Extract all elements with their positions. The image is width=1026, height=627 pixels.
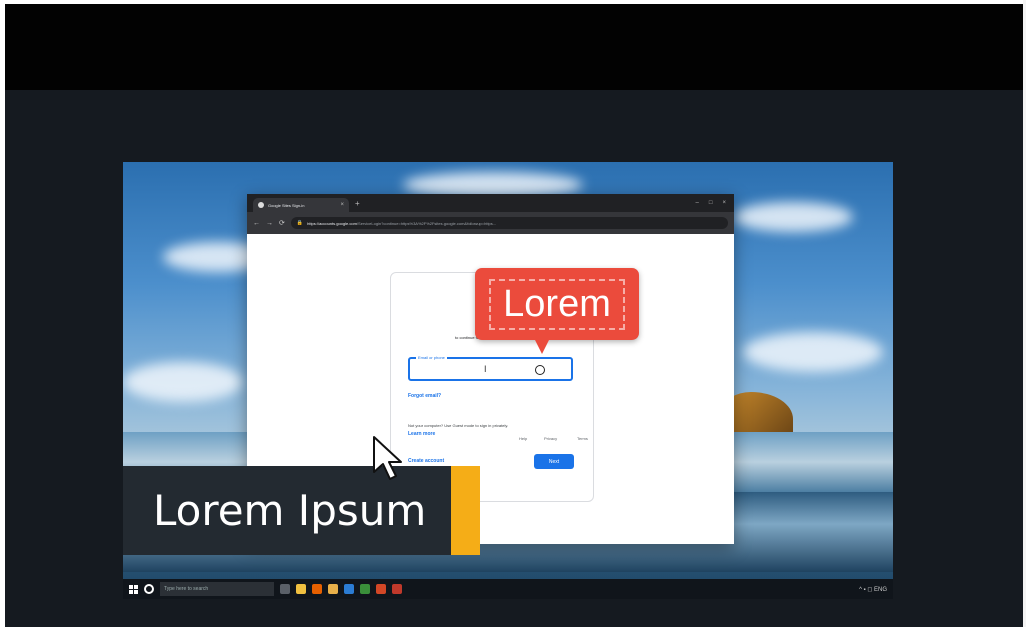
lock-icon: 🔒 [296, 220, 304, 226]
forward-icon[interactable]: → [266, 220, 273, 227]
lower-third-text: Lorem Ipsum [153, 486, 427, 535]
tab-close-icon[interactable]: × [340, 202, 344, 208]
email-field-label: Email or phone [416, 355, 447, 360]
terms-link[interactable]: Terms [577, 436, 588, 441]
tab-title: Google Sites Sign-in [268, 202, 305, 208]
next-button[interactable]: Next [534, 454, 574, 469]
browser-toolbar: ← → ⟳ 🔒 https://accounts.google.com/Serv… [247, 212, 734, 234]
powerpoint-icon[interactable] [376, 584, 386, 594]
guest-mode-note: Not your computer? Use Guest mode to sig… [408, 423, 509, 428]
app-icon-red[interactable] [392, 584, 402, 594]
text-cursor-icon: I [484, 364, 487, 374]
excel-icon[interactable] [360, 584, 370, 594]
email-field[interactable]: Email or phone I [408, 355, 573, 381]
maximize-button[interactable]: □ [709, 200, 713, 206]
back-icon[interactable]: ← [253, 220, 260, 227]
system-tray[interactable]: ^ ▪ ◻ ENG [859, 586, 887, 593]
firefox-icon[interactable] [312, 584, 322, 594]
lower-third-accent [451, 466, 480, 555]
mouse-pointer-icon [373, 436, 402, 480]
word-icon[interactable] [344, 584, 354, 594]
browser-tab[interactable]: Google Sites Sign-in × [253, 198, 349, 212]
address-bar[interactable]: 🔒 https://accounts.google.com/ServiceLog… [290, 217, 728, 229]
window-controls: – □ × [696, 200, 734, 206]
forgot-email-link[interactable]: Forgot email? [408, 393, 441, 399]
reload-icon[interactable]: ⟳ [279, 219, 285, 227]
callout-text: Lorem [489, 278, 625, 330]
url-text: https://accounts.google.com/ServiceLogin… [307, 220, 497, 226]
help-link[interactable]: Help [519, 436, 527, 441]
taskbar-search-input[interactable]: Type here to search [160, 582, 274, 596]
cloud [743, 332, 883, 372]
windows-taskbar: Type here to search ^ ▪ ◻ ENG [123, 579, 893, 599]
cloud [123, 362, 243, 402]
app-icon[interactable] [328, 584, 338, 594]
task-view-icon[interactable] [280, 584, 290, 594]
minimize-button[interactable]: – [696, 200, 699, 206]
file-explorer-icon[interactable] [296, 584, 306, 594]
new-tab-button[interactable]: + [355, 199, 360, 208]
top-black-band [5, 4, 1023, 90]
cloud [733, 202, 853, 232]
tab-strip: Google Sites Sign-in × + – □ × [247, 194, 734, 212]
click-indicator-icon [535, 365, 545, 375]
privacy-link[interactable]: Privacy [544, 436, 557, 441]
create-account-link[interactable]: Create account [408, 458, 444, 464]
close-window-button[interactable]: × [722, 200, 726, 206]
favicon-icon [258, 202, 264, 208]
learn-more-link[interactable]: Learn more [408, 431, 435, 437]
windows-logo-icon[interactable] [129, 584, 138, 594]
cortana-icon[interactable] [144, 584, 154, 594]
callout-bubble: Lorem [475, 268, 639, 354]
